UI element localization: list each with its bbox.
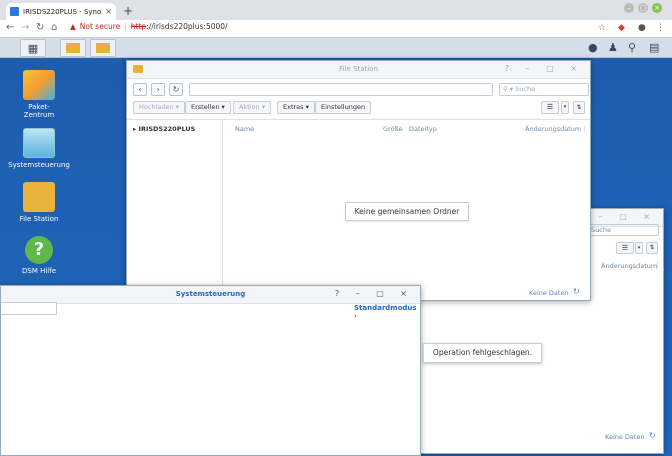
desktop-icon-label: DSM Hilfe — [21, 267, 57, 275]
search-input[interactable]: ⚲ ▾ Suche — [499, 83, 589, 96]
address-row: ← → ↻ ⌂ ▲ Not secure | http://irisds220p… — [0, 20, 672, 38]
error-toast: Operation fehlgeschlagen. — [423, 343, 542, 363]
action-toolbar: Hochladen ▾ Erstellen ▾ Aktion ▾ Extras … — [133, 101, 585, 115]
back-icon[interactable]: ← — [6, 22, 14, 33]
control-panel-search-input[interactable] — [1, 302, 57, 315]
background-search-input[interactable]: Suche — [587, 224, 659, 236]
upload-button[interactable]: Hochladen ▾ — [133, 101, 185, 114]
action-button[interactable]: Aktion ▾ — [233, 101, 271, 114]
not-secure-label: Not secure — [79, 22, 121, 31]
extension-shield-icon[interactable]: ◆ — [618, 23, 625, 33]
home-icon[interactable]: ⌂ — [51, 22, 57, 33]
menu-dots-icon[interactable]: ⋮ — [656, 23, 665, 33]
create-button[interactable]: Erstellen ▾ — [185, 101, 231, 114]
warning-icon: ▲ — [70, 22, 76, 31]
folder-tree: ▸ IRISDS220PLUS — [127, 120, 223, 300]
forward-icon[interactable]: → — [21, 22, 29, 33]
url-scheme: http — [130, 22, 147, 31]
widgets-icon[interactable]: ▤ — [649, 41, 659, 54]
taskbar-file-station[interactable] — [60, 39, 86, 57]
control-panel-titlebar: Systemsteuerung ? – ▢ × — [1, 286, 420, 304]
desktop-icon-file-station[interactable]: File Station — [4, 182, 74, 223]
close-window-icon[interactable]: × — [652, 3, 662, 13]
extras-button[interactable]: Extras ▾ — [277, 101, 315, 114]
synology-favicon-icon — [10, 7, 19, 16]
window-controls[interactable]: ? – ▢ × — [505, 64, 584, 73]
taskbar-file-station-2[interactable] — [90, 39, 116, 57]
control-panel-icon — [23, 128, 55, 158]
file-station-window: File Station ? – ▢ × ‹ › ↻ ⚲ ▾ Suche Hoc… — [126, 60, 591, 301]
folder-icon — [66, 43, 80, 53]
background-refresh-icon[interactable]: ↻ — [649, 431, 656, 440]
column-size[interactable]: Größe — [383, 125, 403, 133]
desktop-icon-package-center[interactable]: Paket-Zentrum — [4, 70, 74, 119]
sort-button[interactable]: ⇅ — [573, 101, 585, 114]
desktop-icon-label: Systemsteuerung — [8, 161, 70, 169]
empty-folder-message: Keine gemeinsamen Ordner — [345, 202, 469, 221]
background-view-button[interactable]: ☰ — [616, 242, 634, 254]
control-panel-window: Systemsteuerung ? – ▢ × Standardmodus › — [0, 285, 421, 456]
list-view-button[interactable]: ☰ — [541, 101, 559, 114]
background-view-dropdown[interactable]: ▾ — [635, 242, 643, 254]
tab-title: IRISDS220PLUS - Synology N... — [23, 7, 102, 16]
path-input[interactable] — [189, 83, 493, 96]
reload-icon[interactable]: ↻ — [36, 22, 44, 33]
settings-button[interactable]: Einstellungen — [315, 101, 372, 114]
refresh-icon[interactable]: ↻ — [169, 83, 183, 96]
background-sort-button[interactable]: ⇅ — [646, 242, 658, 254]
background-column-modified[interactable]: Änderungsdatum — [601, 262, 657, 270]
browser-tab[interactable]: IRISDS220PLUS - Synology N... × — [6, 3, 116, 20]
standard-mode-link[interactable]: Standardmodus › — [354, 304, 420, 320]
browser-chrome: IRISDS220PLUS - Synology N... × + – ▢ × … — [0, 0, 672, 38]
column-menu-icon[interactable]: ⋮ — [581, 125, 588, 133]
column-name[interactable]: Name — [235, 125, 254, 133]
navigation-toolbar: ‹ › ↻ ⚲ ▾ Suche — [133, 83, 589, 97]
no-data-label: Keine Daten — [529, 289, 569, 297]
column-menu-icon[interactable]: ⋮ — [654, 262, 661, 270]
desktop-icon-control-panel[interactable]: Systemsteuerung — [4, 128, 74, 169]
help-icon: ? — [25, 236, 53, 264]
file-list: Name Größe Dateityp Änderungsdatum ⋮ Kei… — [223, 120, 590, 300]
refresh-icon[interactable]: ↻ — [573, 287, 580, 296]
tab-close-icon[interactable]: × — [105, 7, 112, 16]
new-tab-button[interactable]: + — [123, 4, 133, 18]
background-no-data: Keine Daten — [605, 433, 645, 441]
minimize-window-icon[interactable]: – — [624, 3, 634, 13]
package-center-icon — [23, 70, 55, 100]
chat-icon[interactable]: ● — [588, 41, 598, 54]
desktop-icon-label: Paket-Zentrum — [23, 103, 55, 119]
url-text: ://irisds220plus:5000/ — [146, 22, 228, 31]
main-menu-button[interactable]: ▦ — [20, 39, 46, 57]
back-icon[interactable]: ‹ — [133, 83, 147, 96]
grid-icon: ▦ — [27, 41, 39, 55]
file-station-icon — [23, 182, 55, 212]
search-icon: ⚲ ▾ — [503, 85, 516, 93]
window-controls[interactable]: ? – ▢ × — [335, 289, 414, 298]
view-dropdown-button[interactable]: ▾ — [561, 101, 569, 114]
star-icon[interactable]: ☆ — [598, 23, 606, 33]
maximize-window-icon[interactable]: ▢ — [638, 3, 648, 13]
tree-root-item[interactable]: ▸ IRISDS220PLUS — [133, 125, 195, 133]
search-placeholder: Suche — [515, 85, 536, 93]
dsm-taskbar: ▦ ● ♟ ⚲ ▤ — [0, 38, 672, 58]
desktop-icon-label: File Station — [19, 215, 59, 223]
desktop-icon-dsm-help[interactable]: ? DSM Hilfe — [4, 236, 74, 275]
file-station-titlebar: File Station ? – ▢ × — [127, 61, 590, 79]
search-icon[interactable]: ⚲ — [628, 41, 636, 54]
folder-icon — [96, 43, 110, 53]
account-icon[interactable]: ● — [638, 23, 646, 33]
address-bar[interactable]: ▲ Not secure | http://irisds220plus:5000… — [70, 22, 228, 31]
user-icon[interactable]: ♟ — [608, 41, 618, 54]
forward-icon[interactable]: › — [151, 83, 165, 96]
column-type[interactable]: Dateityp — [409, 125, 437, 133]
file-station-body: ▸ IRISDS220PLUS Name Größe Dateityp Ände… — [127, 119, 590, 300]
column-modified[interactable]: Änderungsdatum — [525, 125, 581, 133]
tab-strip: IRISDS220PLUS - Synology N... × + – ▢ × — [0, 0, 672, 20]
